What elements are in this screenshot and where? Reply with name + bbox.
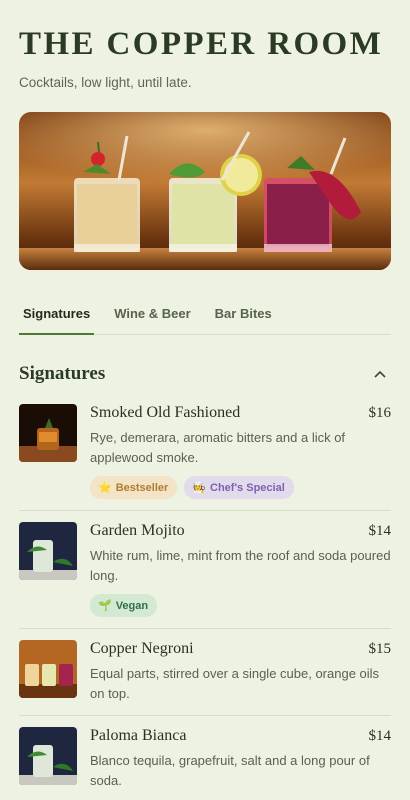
menu-list: Smoked Old Fashioned $16 Rye, demerara, … [19, 393, 391, 800]
chevron-up-icon [374, 370, 386, 378]
menu-item[interactable]: Smoked Old Fashioned $16 Rye, demerara, … [19, 393, 391, 511]
chefs-special-badge: 🧑‍🍳 Chef's Special [184, 476, 294, 499]
section-header: Signatures [19, 361, 391, 387]
drink-thumbnail [19, 727, 77, 785]
hero-cocktails-image [19, 112, 391, 270]
item-description: Blanco tequila, grapefruit, salt and a l… [90, 753, 370, 788]
item-name: Copper Negroni [90, 640, 194, 657]
item-description: Equal parts, stirred over a single cube,… [90, 666, 380, 701]
item-description: White rum, lime, mint from the roof and … [90, 548, 391, 583]
item-price: $16 [368, 405, 392, 421]
chef-icon: 🧑‍🍳 [192, 482, 206, 494]
tab-signatures[interactable]: Signatures [19, 302, 95, 335]
bestseller-badge: ⭐ Bestseller [90, 476, 178, 499]
menu-item[interactable]: Copper Negroni $15 Equal parts, stirred … [19, 629, 391, 716]
item-name: Paloma Bianca [90, 727, 187, 744]
section-title: Signatures [19, 363, 106, 384]
menu-tabs: Signatures Wine & Beer Bar Bites [19, 302, 391, 335]
item-name: Garden Mojito [90, 522, 185, 539]
item-name: Smoked Old Fashioned [90, 404, 241, 421]
star-icon: ⭐ [98, 482, 112, 494]
tab-wine-beer[interactable]: Wine & Beer [110, 302, 194, 335]
sprout-icon: 🌱 [98, 600, 112, 612]
item-price: $14 [368, 523, 392, 539]
item-description: Rye, demerara, aromatic bitters and a li… [90, 430, 346, 465]
vegan-badge: 🌱 Vegan [90, 594, 158, 617]
brand-tagline: Cocktails, low light, until late. [19, 75, 192, 90]
drink-thumbnail [19, 640, 77, 698]
item-price: $14 [368, 728, 392, 744]
drink-thumbnail [19, 522, 77, 580]
collapse-section-button[interactable] [369, 363, 391, 385]
item-price: $15 [368, 641, 392, 657]
drink-thumbnail [19, 404, 77, 462]
tab-bar-bites[interactable]: Bar Bites [211, 302, 276, 335]
menu-item[interactable]: Paloma Bianca $14 Blanco tequila, grapef… [19, 716, 391, 800]
brand-title: THE COPPER ROOM [19, 26, 384, 62]
menu-item[interactable]: Garden Mojito $14 White rum, lime, mint … [19, 511, 391, 629]
